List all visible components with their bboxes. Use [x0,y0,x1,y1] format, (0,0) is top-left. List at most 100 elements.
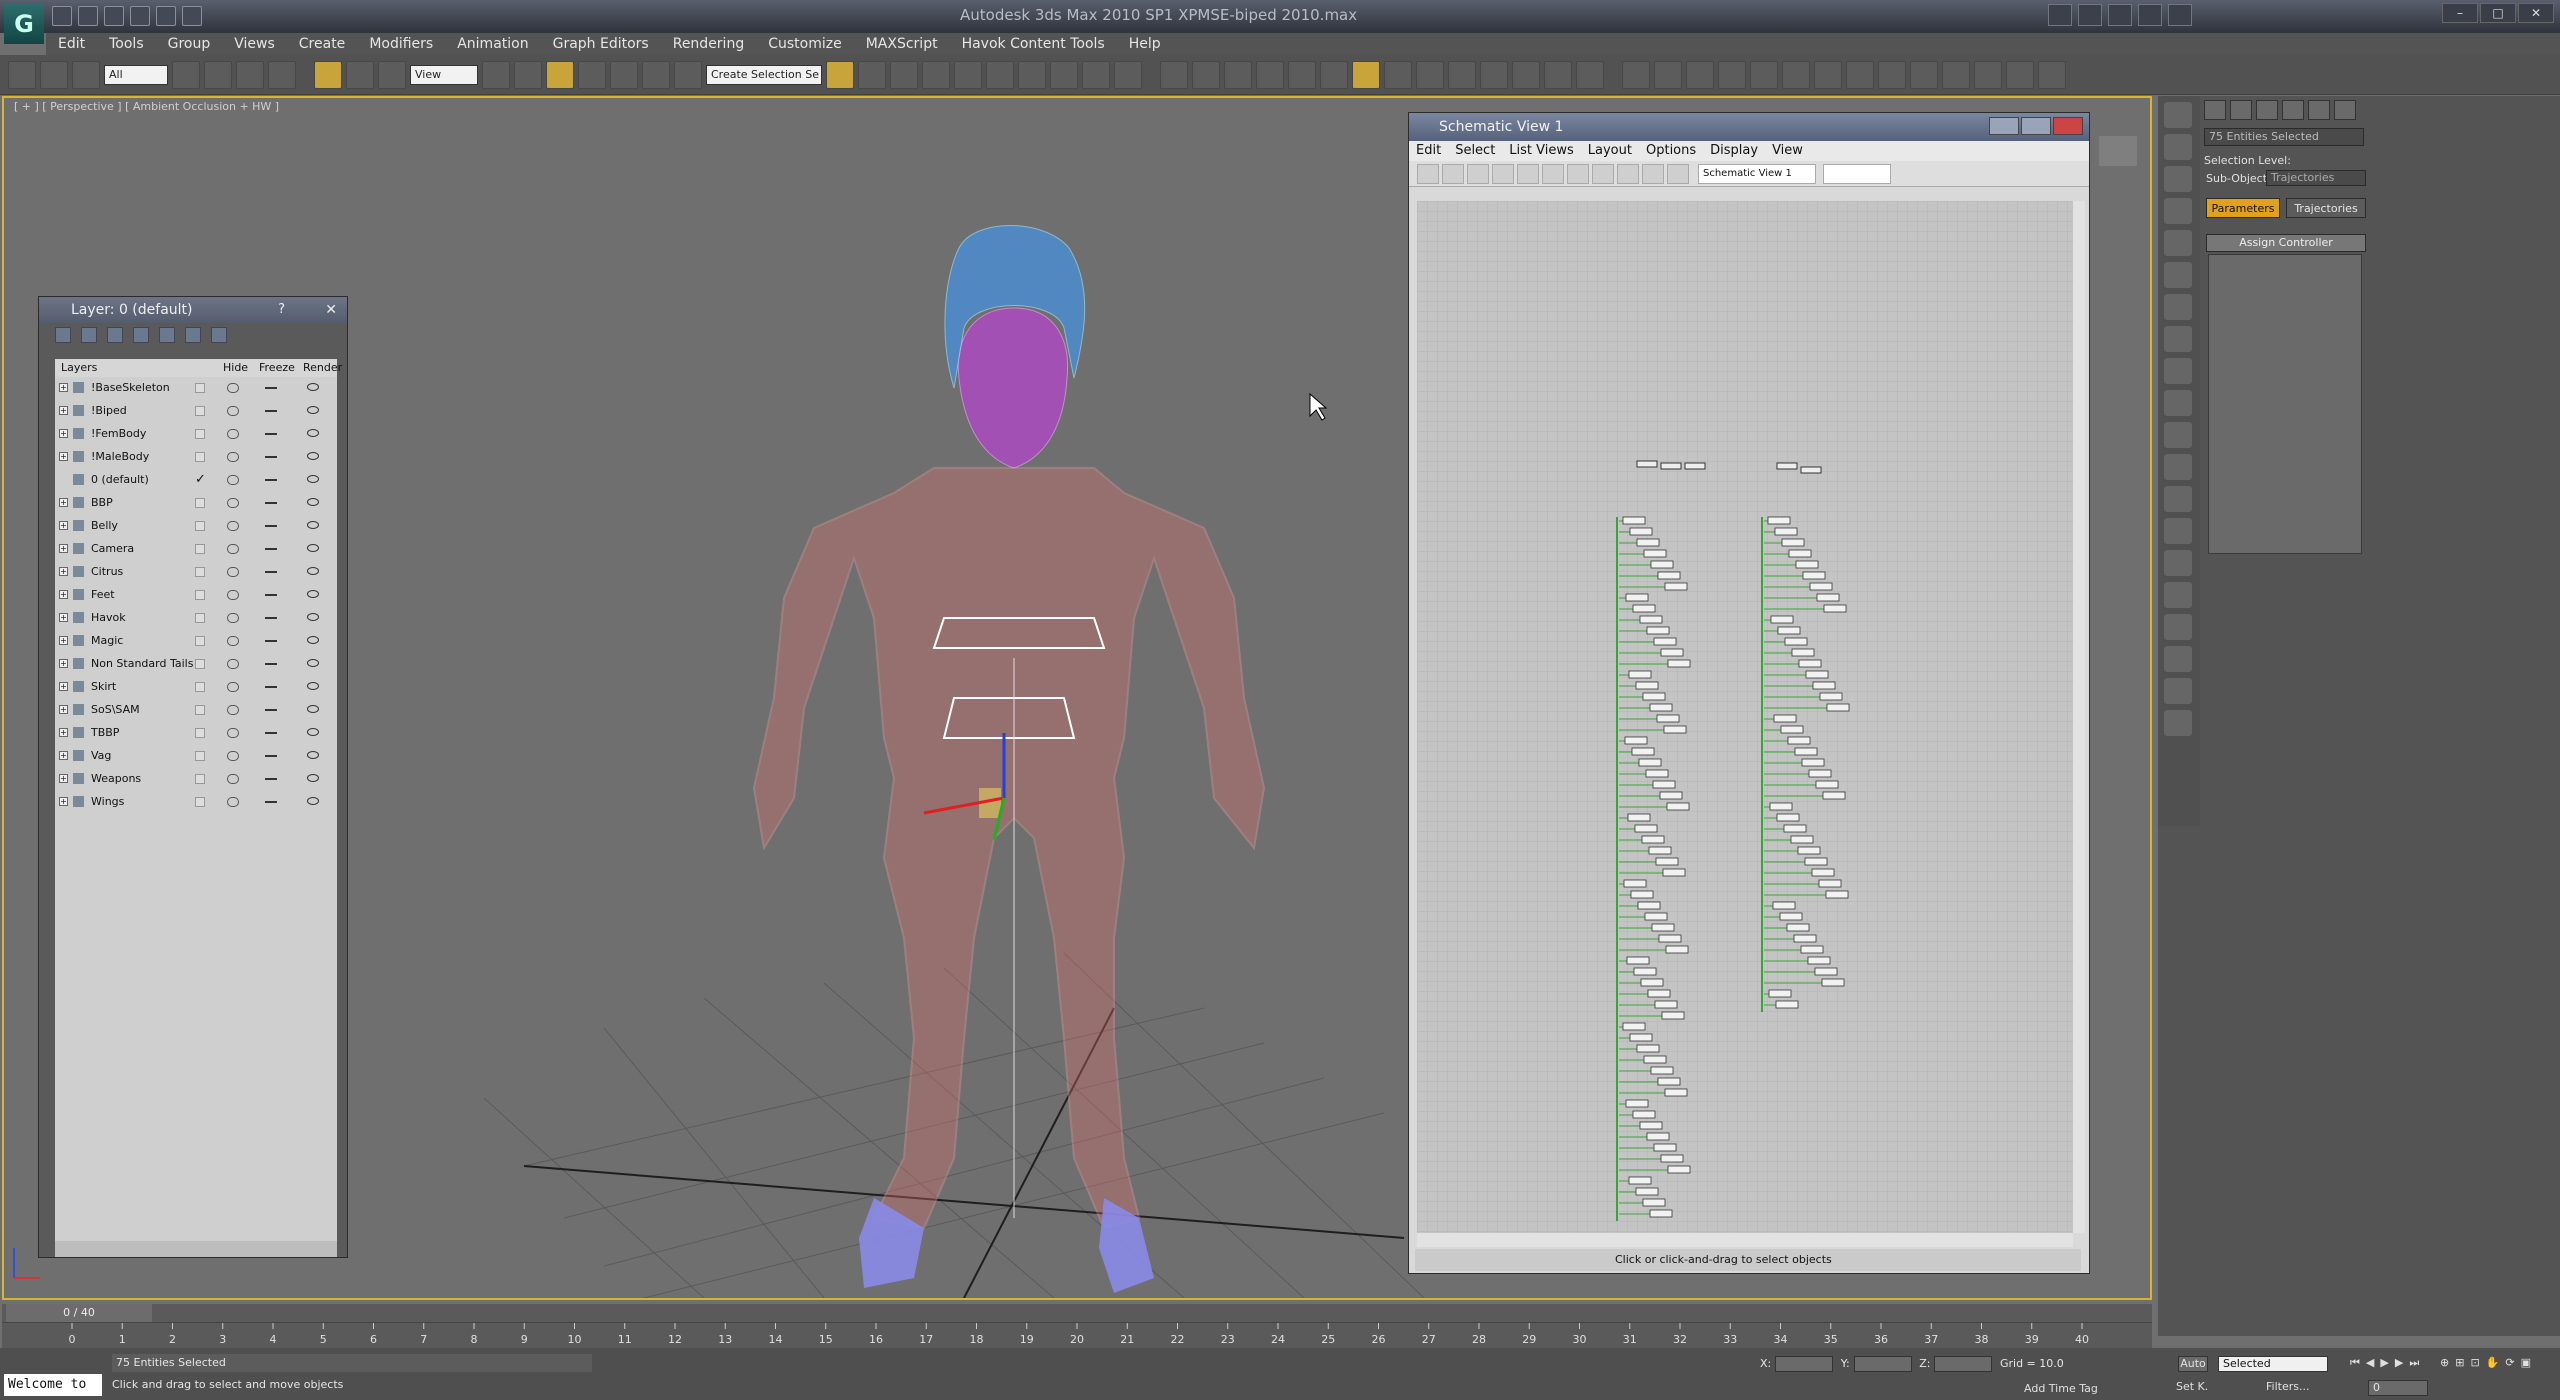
menu-rendering[interactable]: Rendering [661,33,757,55]
expand-icon[interactable]: + [59,452,68,461]
connect-icon[interactable] [1467,163,1489,184]
material-editor-icon[interactable] [1018,60,1046,89]
schematic-menu-select[interactable]: Select [1448,141,1502,161]
minimize-button[interactable] [1989,117,2019,135]
hide-lightbulb-icon[interactable] [227,521,239,531]
z-coordinate-field[interactable] [1934,1356,1993,1372]
collapse-icon[interactable] [1642,163,1664,184]
expand-icon[interactable]: + [59,383,68,392]
freeze-toggle-icon[interactable] [265,801,277,803]
current-layer-box[interactable] [195,406,205,416]
layer-row[interactable]: + TBBP [55,722,337,745]
schematic-node[interactable] [1657,571,1681,580]
schematic-node[interactable] [1630,890,1654,899]
schematic-node[interactable] [1654,1000,1678,1009]
schematic-node[interactable] [1812,681,1836,690]
tool-4-icon[interactable] [2164,198,2192,224]
tool-7-icon[interactable] [2164,294,2192,320]
schematic-node[interactable] [1625,1099,1649,1108]
schematic-node[interactable] [1784,637,1808,646]
create-layer-icon[interactable] [55,327,71,343]
select-rotate-icon[interactable] [346,60,374,89]
delete-layer-icon[interactable] [81,327,97,343]
schematic-node[interactable] [1798,659,1822,668]
mirror-icon[interactable] [826,60,854,89]
schematic-node[interactable] [1662,868,1686,877]
schematic-node[interactable] [1770,615,1794,624]
menu-edit[interactable]: Edit [46,33,97,55]
schematic-node[interactable] [1642,1198,1666,1207]
maximize-button[interactable] [2021,117,2051,135]
column-hide[interactable]: Hide [223,361,248,374]
schematic-node[interactable] [1653,637,1677,646]
display-tab-icon[interactable] [2308,100,2330,120]
menu-help[interactable]: Help [1117,33,1173,55]
layer-row[interactable]: + Wings [55,791,337,814]
freeze-toggle-icon[interactable] [265,548,277,550]
schematic-node[interactable] [1660,1154,1684,1163]
render-teapot-icon[interactable] [307,475,319,483]
references-mode-icon[interactable] [1567,163,1589,184]
schematic-node[interactable] [1793,934,1817,943]
layer-name[interactable]: Non Standard Tails [91,657,193,670]
layer-name[interactable]: !Biped [91,404,127,417]
expand-icon[interactable]: + [59,406,68,415]
schematic-node[interactable] [1646,626,1670,635]
select-scale-icon[interactable] [378,60,406,89]
orbit-icon[interactable]: ⟳ [2505,1356,2514,1369]
havok-tool-13-icon[interactable] [1544,60,1572,89]
angle-snap-icon[interactable] [610,60,638,89]
current-layer-box[interactable] [195,452,205,462]
pivot-center-icon[interactable] [482,60,510,89]
schematic-node[interactable] [1787,736,1811,745]
menu-animation[interactable]: Animation [445,33,540,55]
hide-all-layers-icon[interactable] [185,327,201,343]
layer-row[interactable]: + !Biped [55,400,337,423]
snaps-toggle-icon[interactable] [578,60,606,89]
schematic-node[interactable] [1825,890,1849,899]
add-to-layer-icon[interactable] [107,327,123,343]
freeze-toggle-icon[interactable] [265,410,277,412]
menu-views[interactable]: Views [222,33,287,55]
layer-row[interactable]: + Non Standard Tails [55,653,337,676]
tool-9-icon[interactable] [2164,358,2192,384]
layer-row[interactable]: + !BaseSkeleton [55,377,337,400]
expand-icon[interactable] [1617,163,1639,184]
select-by-name-icon[interactable] [204,60,232,89]
schematic-node[interactable] [1634,824,1658,833]
layer-name[interactable]: Vag [91,749,111,762]
schematic-node[interactable] [1643,549,1667,558]
column-freeze[interactable]: Freeze [259,361,295,374]
schematic-node[interactable] [1638,758,1662,767]
havok-tool-12-icon[interactable] [1512,60,1540,89]
window-crossing-icon[interactable] [268,60,296,89]
render-teapot-icon[interactable] [307,590,319,598]
schematic-node[interactable] [1623,879,1647,888]
tool-19-icon[interactable] [2164,678,2192,704]
schematic-node[interactable] [1636,1044,1660,1053]
schematic-node[interactable] [1809,582,1833,591]
app-logo-icon[interactable]: G [4,4,44,44]
tool-20-icon[interactable] [2164,710,2192,736]
freeze-toggle-icon[interactable] [265,456,277,458]
bind-spacewarp-icon[interactable] [72,60,100,89]
current-layer-box[interactable] [195,705,205,715]
select-object-icon[interactable] [172,60,200,89]
view-name-field[interactable]: Schematic View 1 [1698,163,1816,184]
layer-row[interactable]: +0 (default)✓ [55,469,337,492]
schematic-node[interactable] [1647,989,1671,998]
search-field[interactable] [1823,163,1891,184]
render-teapot-icon[interactable] [307,452,319,460]
schematic-node[interactable] [1801,758,1825,767]
freeze-toggle-icon[interactable] [265,479,277,481]
layer-name[interactable]: BBP [91,496,113,509]
expand-icon[interactable]: + [59,659,68,668]
hide-lightbulb-icon[interactable] [227,406,239,416]
tool-15-icon[interactable] [2164,550,2192,576]
schematic-node[interactable] [1781,538,1805,547]
schematic-node[interactable] [1788,549,1812,558]
character-wireframe[interactable] [752,225,1266,1294]
close-button[interactable]: ✕ [2518,3,2554,23]
schematic-menu-layout[interactable]: Layout [1581,141,1639,161]
render-teapot-icon[interactable] [307,406,319,414]
